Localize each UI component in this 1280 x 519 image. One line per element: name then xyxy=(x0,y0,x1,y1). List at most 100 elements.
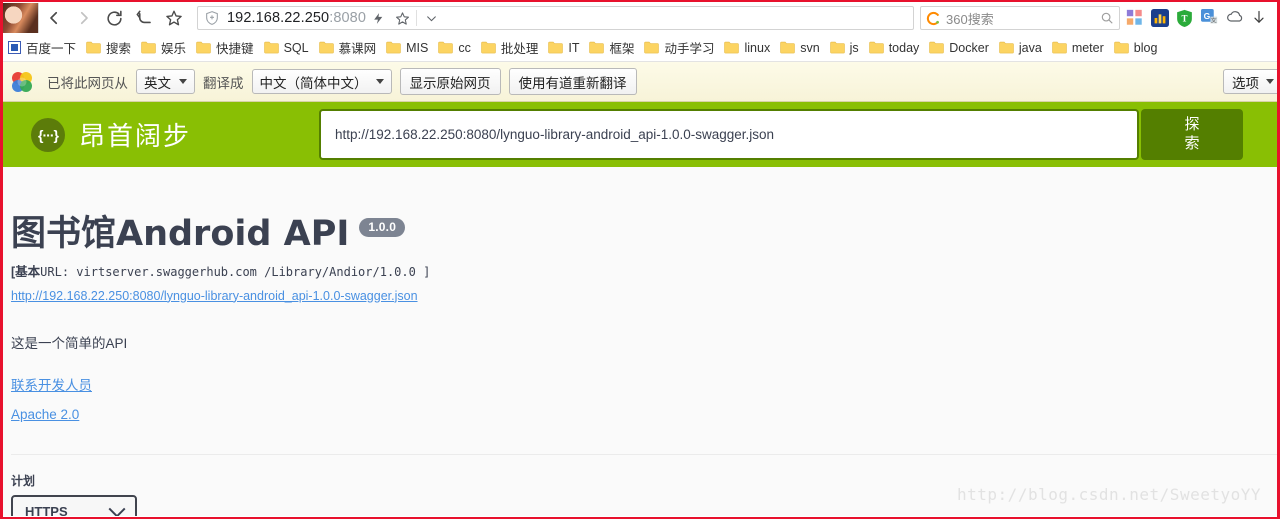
base-url-label: [基本 xyxy=(11,264,41,279)
folder-icon xyxy=(589,41,605,54)
bookmark-label: IT xyxy=(568,40,580,55)
source-language-value: 英文 xyxy=(144,75,171,91)
bookmark-item[interactable]: 动手学习 xyxy=(640,37,720,59)
api-title-text: 图书馆Android API xyxy=(11,214,350,254)
swagger-json-link[interactable]: http://192.168.22.250:8080/lynguo-librar… xyxy=(11,289,1277,303)
address-bar-actions xyxy=(366,7,443,29)
show-original-button[interactable]: 显示原始网页 xyxy=(399,68,501,95)
bookmark-item[interactable]: IT xyxy=(544,37,585,59)
bookmark-label: 搜索 xyxy=(106,42,132,56)
bookmark-label: today xyxy=(888,40,920,55)
google-translate-icon[interactable]: G文 xyxy=(1201,9,1219,27)
folder-icon xyxy=(929,41,945,54)
folder-icon xyxy=(644,41,660,54)
chevron-down-icon[interactable] xyxy=(419,7,443,29)
folder-icon xyxy=(780,41,795,54)
folder-icon xyxy=(868,41,884,54)
retranslate-button[interactable]: 使用有道重新翻译 xyxy=(508,68,637,95)
youdao-logo-icon xyxy=(9,69,35,95)
license-link[interactable]: Apache 2.0 xyxy=(11,407,1277,422)
home-icon[interactable] xyxy=(129,3,159,33)
bookmark-label: 百度一下 xyxy=(26,42,77,56)
target-language-select[interactable]: 中文（简体中文） xyxy=(251,69,392,94)
base-url-value: URL: virtserver.swaggerhub.com /Library/… xyxy=(40,264,431,279)
folder-icon xyxy=(318,41,334,54)
bookmark-item[interactable]: meter xyxy=(1048,37,1110,59)
bookmark-item[interactable]: MIS xyxy=(382,37,434,59)
page-info-shield-icon[interactable] xyxy=(204,10,220,26)
bookmark-item[interactable]: SQL xyxy=(260,37,315,59)
svg-text:T: T xyxy=(1181,13,1187,23)
bookmark-label: 娱乐 xyxy=(161,42,187,56)
forward-button[interactable] xyxy=(69,3,99,33)
folder-icon xyxy=(829,41,845,54)
explore-label-line2: 索 xyxy=(1184,134,1200,152)
swagger-logo-glyph: {···} xyxy=(38,126,59,143)
translate-middle-label: 翻译成 xyxy=(203,75,244,91)
page-title: 图书馆Android API 1.0.0 xyxy=(11,215,1277,254)
swagger-url-input[interactable]: http://192.168.22.250:8080/lynguo-librar… xyxy=(319,109,1140,160)
bookmark-item[interactable]: 框架 xyxy=(585,37,640,59)
swagger-content: 图书馆Android API 1.0.0 [基本URL: virtserver.… xyxy=(3,167,1277,516)
star-icon[interactable] xyxy=(390,7,414,29)
back-button[interactable] xyxy=(39,3,69,33)
folder-icon xyxy=(1052,41,1067,54)
bookmark-item[interactable]: 搜索 xyxy=(82,37,137,59)
divider xyxy=(416,10,417,26)
bookmark-item[interactable]: cc xyxy=(434,37,477,59)
search-input[interactable]: 360搜索 xyxy=(920,6,1120,30)
bookmark-item[interactable]: 快捷键 xyxy=(192,37,260,59)
translate-options-button[interactable]: 选项 xyxy=(1223,69,1277,94)
bookmark-item[interactable]: 慕课网 xyxy=(315,37,383,59)
source-language-select[interactable]: 英文 xyxy=(136,69,195,94)
reload-icon[interactable] xyxy=(99,3,129,33)
watermark-text: http://blog.csdn.net/SweetyoYY xyxy=(957,485,1261,504)
bookmark-label: SQL xyxy=(283,40,309,55)
download-icon[interactable] xyxy=(1251,9,1269,27)
bookmark-item[interactable]: js xyxy=(826,37,865,59)
api-description: 这是一个简单的API xyxy=(11,335,128,351)
translate-options-label: 选项 xyxy=(1232,75,1259,91)
address-host: 192.168.22.250 xyxy=(227,10,330,26)
bookmark-label: 快捷键 xyxy=(216,42,254,56)
folder-icon xyxy=(386,41,401,54)
profile-avatar[interactable] xyxy=(3,3,39,33)
chart-icon[interactable] xyxy=(1151,9,1169,27)
bookmark-label: js xyxy=(849,40,859,55)
shield-t-icon[interactable]: T xyxy=(1176,9,1194,27)
swagger-brand-title: 昂首阔步 xyxy=(79,122,192,152)
bookmark-item[interactable]: svn xyxy=(776,37,825,59)
bookmark-item[interactable]: blog xyxy=(1110,37,1164,59)
bookmark-item[interactable]: 百度一下 xyxy=(4,37,82,59)
scheme-select[interactable]: HTTPS xyxy=(11,494,137,516)
explore-label-line1: 探 xyxy=(1184,115,1200,133)
explore-button[interactable]: 探 索 xyxy=(1141,109,1244,160)
baidu-favicon-icon xyxy=(8,41,21,54)
api-info-block: 图书馆Android API 1.0.0 [基本URL: virtserver.… xyxy=(3,167,1277,455)
chevron-down-icon xyxy=(108,500,126,516)
bookmark-item[interactable]: today xyxy=(865,37,926,59)
folder-icon xyxy=(548,41,564,54)
cloud-icon[interactable] xyxy=(1226,9,1244,27)
bookmark-label: meter xyxy=(1071,40,1104,55)
bookmark-label: blog xyxy=(1133,40,1158,55)
bookmark-item[interactable]: java xyxy=(995,37,1048,59)
360-logo-icon xyxy=(926,11,941,26)
bookmark-star-icon[interactable] xyxy=(159,3,189,33)
bookmark-item[interactable]: Docker xyxy=(925,37,995,59)
lightning-icon[interactable] xyxy=(366,7,390,29)
chevron-down-icon xyxy=(179,79,187,84)
bookmark-label: 框架 xyxy=(609,42,635,56)
search-icon[interactable] xyxy=(1100,11,1114,25)
address-bar[interactable]: 192.168.22.250:8080 xyxy=(197,6,914,30)
bookmark-label: Docker xyxy=(949,40,989,55)
folder-icon xyxy=(481,41,496,54)
bookmark-label: 批处理 xyxy=(500,42,539,56)
contact-developer-link[interactable]: 联系开发人员 xyxy=(11,374,1277,394)
swagger-topbar: {···} 昂首阔步 http://192.168.22.250:8080/ly… xyxy=(3,102,1277,167)
bookmark-item[interactable]: linux xyxy=(720,37,776,59)
chevron-down-icon xyxy=(1266,79,1274,84)
bookmark-item[interactable]: 批处理 xyxy=(477,37,545,59)
apps-grid-icon[interactable] xyxy=(1126,9,1144,27)
bookmark-item[interactable]: 娱乐 xyxy=(137,37,192,59)
